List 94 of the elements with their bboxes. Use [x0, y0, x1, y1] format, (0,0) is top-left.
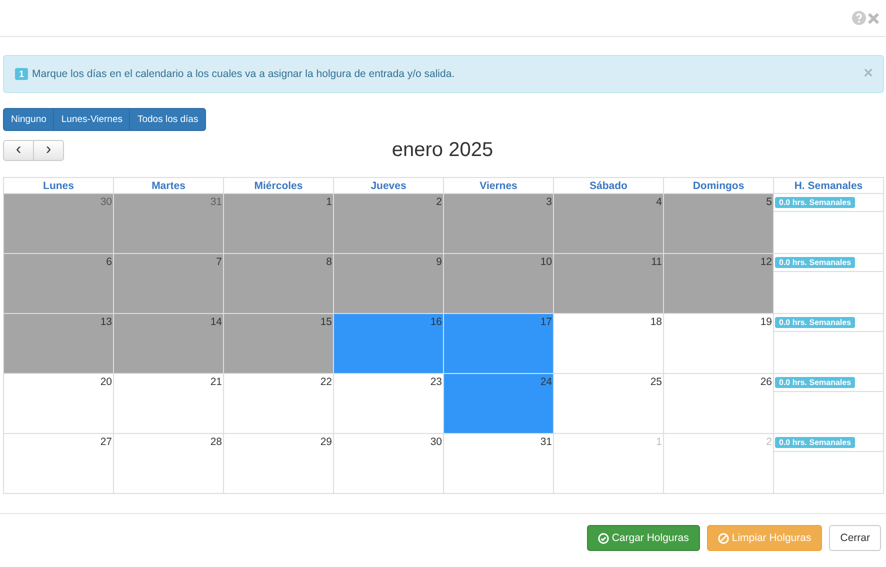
day-cell[interactable]: 31: [114, 194, 224, 254]
day-number: 26: [760, 375, 773, 388]
day-cell[interactable]: 8: [224, 254, 334, 314]
day-number: 21: [210, 375, 223, 388]
column-header: Lunes: [4, 178, 114, 194]
footer-button[interactable]: Cargar Holguras: [586, 525, 700, 551]
day-cell[interactable]: 19: [664, 314, 774, 374]
ban-icon: [718, 532, 729, 544]
day-number: 23: [430, 375, 443, 388]
day-cell[interactable]: 11: [554, 254, 664, 314]
day-cell[interactable]: 29: [224, 434, 334, 494]
day-cell[interactable]: 4: [554, 194, 664, 254]
step-badge: 1: [15, 68, 28, 80]
column-header: Sábado: [554, 178, 664, 194]
day-number: 9: [436, 255, 443, 268]
day-cell[interactable]: 30: [4, 194, 114, 254]
day-cell[interactable]: 28: [114, 434, 224, 494]
instruction-text: Marque los días en el calendario a los cuales va a asignar la holgura de entrada y/o salida.: [32, 68, 456, 80]
day-cell[interactable]: 3: [444, 194, 554, 254]
day-cell[interactable]: 24: [444, 374, 554, 434]
day-number: 7: [216, 255, 223, 268]
weekly-hours-badge: 0.0 hrs. Semanales: [775, 437, 856, 448]
day-cell[interactable]: 16: [334, 314, 444, 374]
day-number: 6: [106, 255, 113, 268]
day-number: 28: [210, 435, 223, 448]
day-cell[interactable]: 7: [114, 254, 224, 314]
day-number: 13: [100, 315, 113, 328]
weekly-hours-badge: 0.0 hrs. Semanales: [775, 257, 856, 268]
day-number: 3: [546, 195, 553, 208]
day-number: 4: [656, 195, 663, 208]
day-cell[interactable]: 27: [4, 434, 114, 494]
quick-select-button[interactable]: Todos los días: [129, 108, 206, 131]
day-cell[interactable]: 12: [664, 254, 774, 314]
weekly-hours-badge: 0.0 hrs. Semanales: [775, 377, 856, 388]
check-circle-icon: [598, 532, 609, 544]
day-number: 2: [436, 195, 443, 208]
column-header: Martes: [114, 178, 224, 194]
day-number: 8: [326, 255, 333, 268]
day-number: 19: [760, 315, 773, 328]
quick-select-button[interactable]: Lunes-Viernes: [53, 108, 130, 131]
day-cell[interactable]: 26: [664, 374, 774, 434]
day-cell[interactable]: 6: [4, 254, 114, 314]
day-number: 17: [540, 315, 553, 328]
weekly-hours-badge: 0.0 hrs. Semanales: [775, 317, 856, 328]
day-number: 1: [326, 195, 333, 208]
day-cell[interactable]: 31: [444, 434, 554, 494]
day-cell[interactable]: 22: [224, 374, 334, 434]
day-cell[interactable]: 15: [224, 314, 334, 374]
day-number: 10: [540, 255, 553, 268]
day-number: 30: [430, 435, 443, 448]
day-number: 16: [430, 315, 443, 328]
weekly-hours-badge: 0.0 hrs. Semanales: [775, 197, 856, 208]
day-number: 30: [100, 195, 113, 208]
day-number: 22: [320, 375, 333, 388]
next-button[interactable]: ›: [33, 140, 64, 160]
day-number: 12: [760, 255, 773, 268]
day-cell[interactable]: 9: [334, 254, 444, 314]
month-title: enero 2025: [390, 138, 494, 162]
column-header: H. Semanales: [774, 178, 884, 194]
day-number: 31: [540, 435, 553, 448]
day-cell[interactable]: 25: [554, 374, 664, 434]
day-cell[interactable]: 14: [114, 314, 224, 374]
day-number: 11: [651, 255, 663, 268]
column-header: Miércoles: [224, 178, 334, 194]
column-header: Viernes: [444, 178, 554, 194]
day-cell[interactable]: 13: [4, 314, 114, 374]
day-cell[interactable]: 2: [334, 194, 444, 254]
day-number: 1: [656, 435, 663, 448]
day-cell[interactable]: 5: [664, 194, 774, 254]
day-cell[interactable]: 1: [224, 194, 334, 254]
day-number: 2: [766, 435, 773, 448]
day-number: 29: [320, 435, 333, 448]
day-number: 25: [650, 375, 663, 388]
day-cell[interactable]: 20: [4, 374, 114, 434]
day-number: 14: [210, 315, 223, 328]
day-number: 18: [650, 315, 663, 328]
quick-select-button[interactable]: Ninguno: [3, 108, 54, 131]
day-number: 5: [766, 195, 773, 208]
day-number: 15: [320, 315, 333, 328]
day-number: 20: [100, 375, 113, 388]
day-cell[interactable]: 10: [444, 254, 554, 314]
day-number: 27: [100, 435, 113, 448]
day-number: 24: [540, 375, 553, 388]
day-cell[interactable]: 21: [114, 374, 224, 434]
day-cell[interactable]: 30: [334, 434, 444, 494]
day-cell[interactable]: 17: [444, 314, 554, 374]
day-number: 31: [210, 195, 223, 208]
prev-button[interactable]: ‹: [3, 140, 34, 160]
day-cell[interactable]: 18: [554, 314, 664, 374]
close-icon[interactable]: [867, 12, 880, 24]
footer-button[interactable]: Cerrar: [829, 525, 881, 551]
column-header: Jueves: [334, 178, 444, 194]
help-icon[interactable]: [852, 11, 866, 25]
column-header: Domingos: [664, 178, 774, 194]
